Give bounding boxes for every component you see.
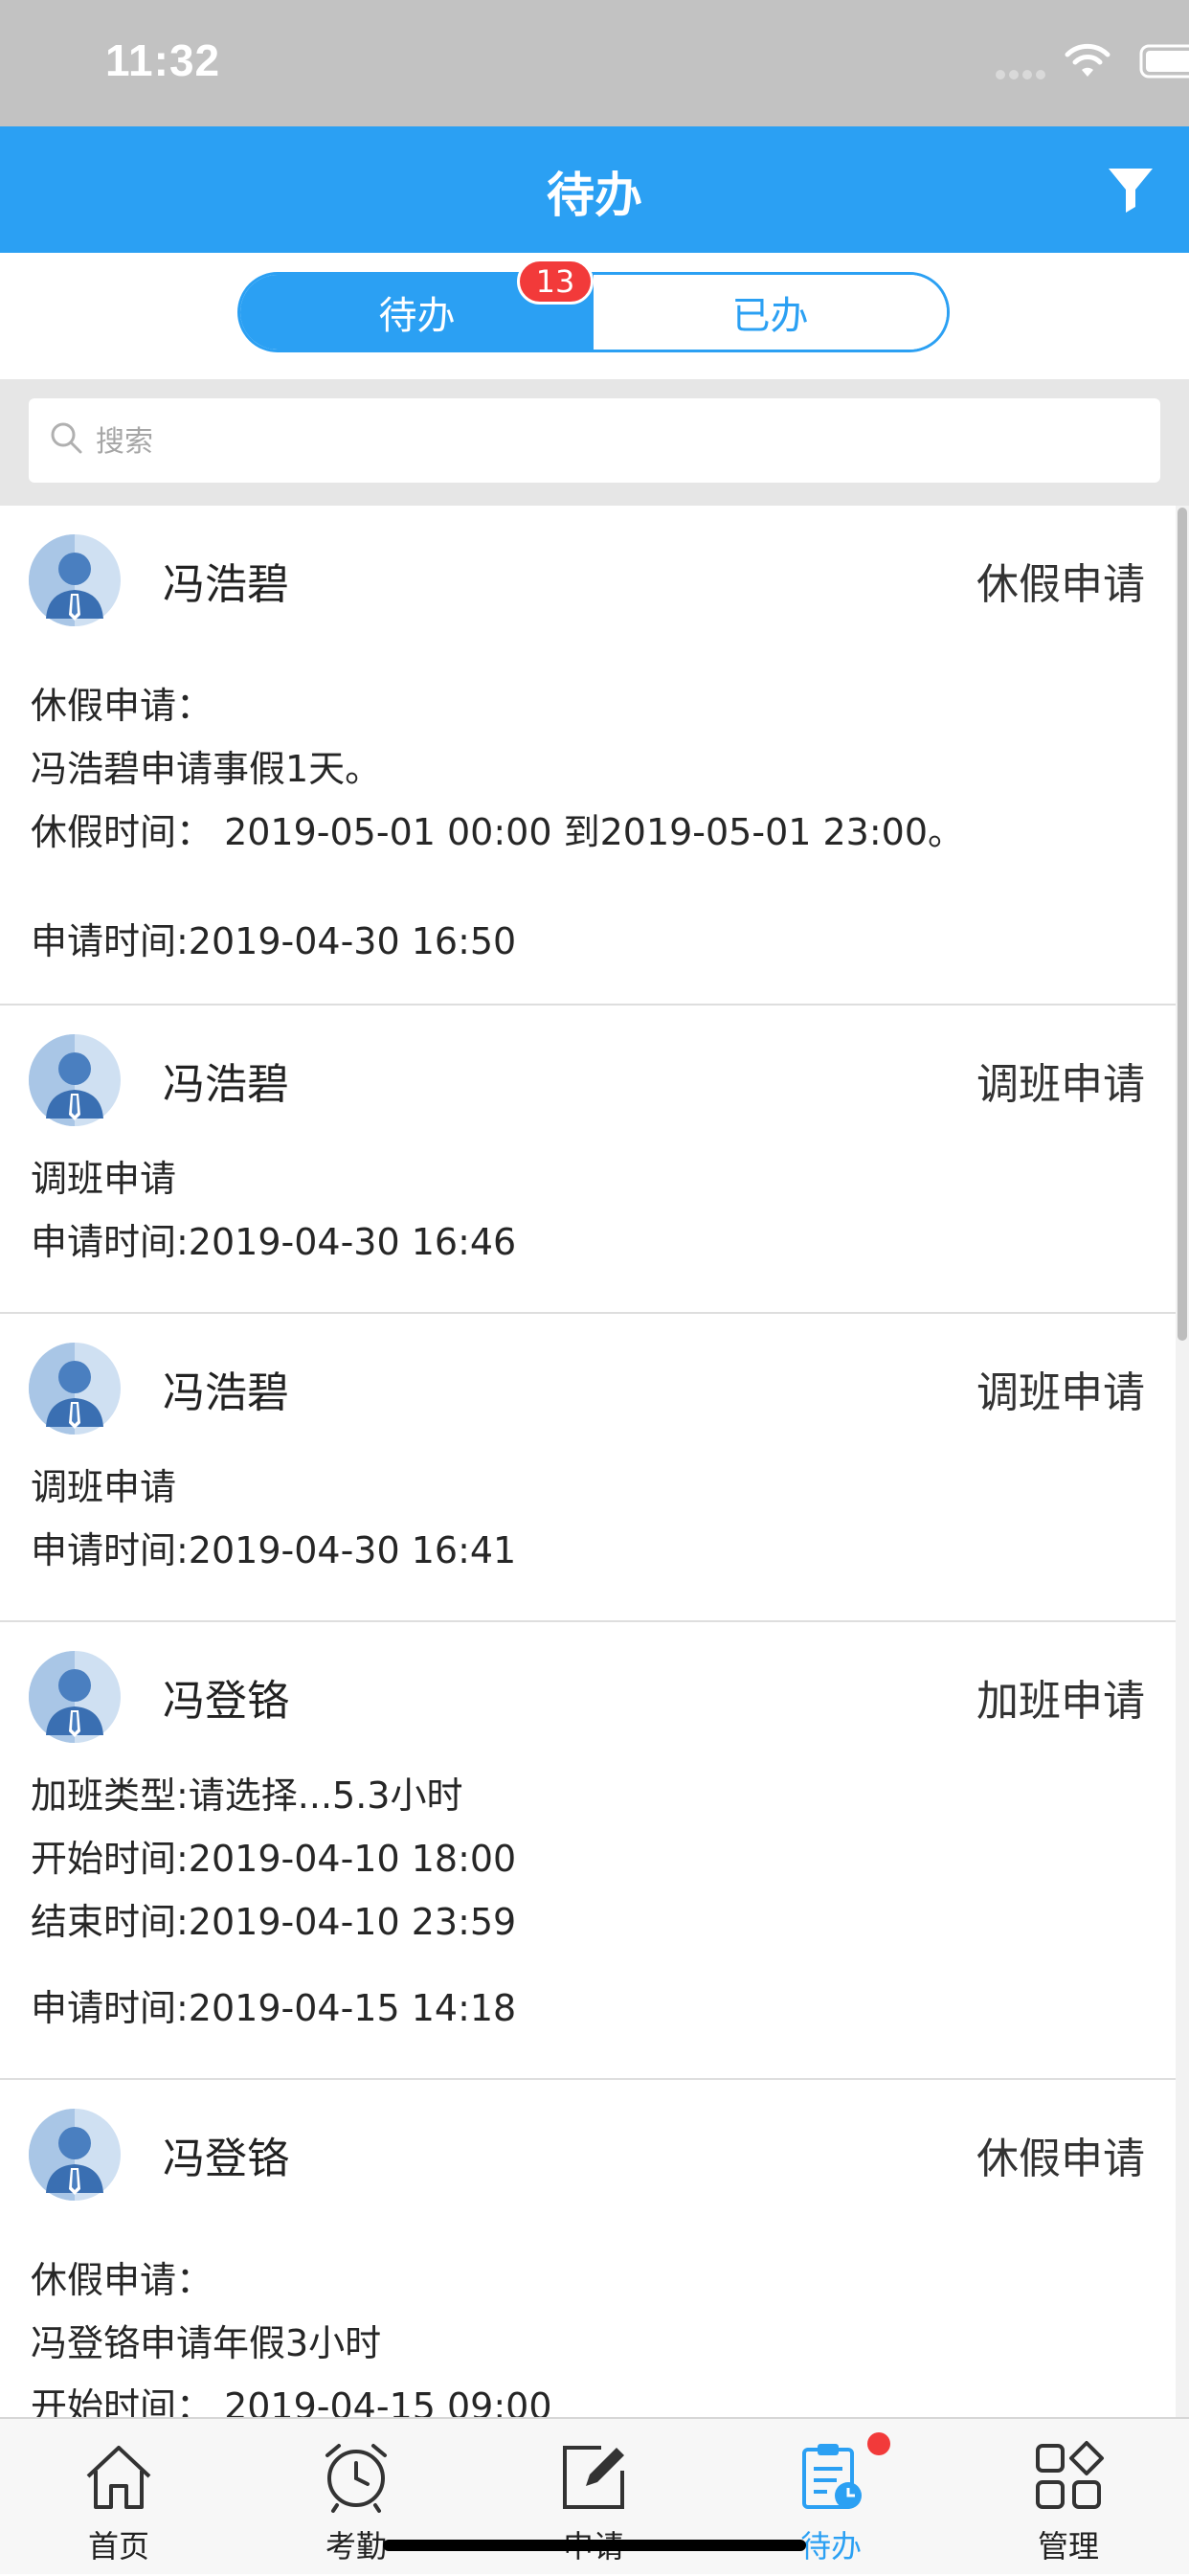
detail-line: 加班类型:请选择...5.3小时	[31, 1774, 463, 1817]
tab-manage[interactable]: 管理	[950, 2419, 1187, 2576]
applicant-name: 冯登铬	[163, 2135, 289, 2183]
tab-todo[interactable]: 待办	[712, 2419, 950, 2576]
tab-apply[interactable]: 申请	[475, 2419, 712, 2576]
scrollbar-thumb[interactable]	[1178, 508, 1187, 1341]
notification-dot	[867, 2432, 890, 2455]
tab-home[interactable]: 首页	[0, 2419, 237, 2576]
detail-line: 休假申请：	[31, 685, 213, 727]
avatar	[29, 1034, 121, 1126]
clipboard-icon	[802, 2444, 862, 2509]
edit-icon	[563, 2446, 624, 2509]
tab-done[interactable]: 已办	[594, 275, 947, 350]
tab-label: 管理	[1037, 2528, 1099, 2565]
detail-line: 休假时间： 2019-05-01 00:00 到2019-05-01 23:00…	[31, 811, 965, 853]
page-title: 待办	[547, 168, 642, 223]
detail-line: 开始时间:2019-04-10 18:00	[31, 1838, 517, 1880]
request-type: 调班申请	[976, 1368, 1145, 1417]
applicant-name: 冯浩碧	[163, 1368, 289, 1417]
list-item[interactable]: 冯浩碧 调班申请 调班申请 申请时间:2019-04-30 16:46	[0, 1006, 1176, 1314]
wifi-icon	[1065, 43, 1110, 77]
scrollbar[interactable]	[1176, 506, 1189, 2417]
status-bar: 11:32	[0, 0, 1189, 126]
list-item[interactable]: 冯登铬 加班申请 加班类型:请选择...5.3小时 开始时间:2019-04-1…	[0, 1622, 1176, 2080]
status-time: 11:32	[105, 35, 221, 85]
detail-line: 结束时间:2019-04-10 23:59	[31, 1901, 517, 1943]
applicant-name: 冯浩碧	[163, 1060, 289, 1109]
apply-time: 申请时间:2019-04-15 14:18	[31, 1987, 517, 2029]
alarm-clock-icon	[325, 2444, 387, 2513]
detail-line: 休假申请：	[31, 2259, 213, 2301]
search-icon	[51, 422, 82, 454]
nav-header: 待办	[0, 126, 1189, 253]
todo-list: 冯浩碧 休假申请 休假申请： 冯浩碧申请事假1天。 休假时间： 2019-05-…	[0, 506, 1176, 2417]
tab-attendance[interactable]: 考勤	[237, 2419, 475, 2576]
detail-line: 调班申请	[31, 1158, 177, 1200]
search-area	[0, 379, 1189, 506]
tab-label: 首页	[87, 2528, 149, 2565]
apply-time: 申请时间:2019-04-30 16:41	[31, 1529, 517, 1571]
applicant-name: 冯登铬	[163, 1677, 289, 1726]
signal-icon	[996, 65, 1053, 79]
request-type: 加班申请	[976, 1677, 1145, 1726]
grid-icon	[1036, 2441, 1104, 2509]
avatar	[29, 1343, 121, 1435]
home-icon	[86, 2446, 151, 2509]
list-item[interactable]: 冯登铬 休假申请 休假申请： 冯登铬申请年假3小时 开始时间： 2019-04-…	[0, 2080, 1176, 2417]
filter-icon[interactable]	[1105, 163, 1156, 216]
request-type: 休假申请	[976, 2135, 1145, 2183]
avatar	[29, 534, 121, 626]
battery-icon	[1139, 44, 1189, 79]
detail-line: 调班申请	[31, 1466, 177, 1508]
home-indicator	[383, 2540, 806, 2551]
avatar	[29, 2109, 121, 2201]
avatar	[29, 1651, 121, 1743]
applicant-name: 冯浩碧	[163, 560, 289, 609]
list-item[interactable]: 冯浩碧 调班申请 调班申请 申请时间:2019-04-30 16:41	[0, 1314, 1176, 1622]
detail-line: 冯登铬申请年假3小时	[31, 2322, 382, 2364]
search-input[interactable]	[94, 398, 1055, 485]
apply-time: 申请时间:2019-04-30 16:50	[31, 920, 517, 962]
list-item[interactable]: 冯浩碧 休假申请 休假申请： 冯浩碧申请事假1天。 休假时间： 2019-05-…	[0, 506, 1176, 1006]
search-box	[29, 398, 1160, 485]
segment-area: 待办 已办 13	[0, 253, 1189, 379]
detail-line: 冯浩碧申请事假1天。	[31, 748, 382, 790]
detail-line: 开始时间： 2019-04-15 09:00	[31, 2385, 552, 2417]
apply-time: 申请时间:2019-04-30 16:46	[31, 1221, 517, 1263]
segmented-control: 待办 已办	[237, 272, 950, 352]
request-type: 调班申请	[976, 1060, 1145, 1109]
pending-count-badge: 13	[517, 259, 594, 305]
request-type: 休假申请	[976, 560, 1145, 609]
